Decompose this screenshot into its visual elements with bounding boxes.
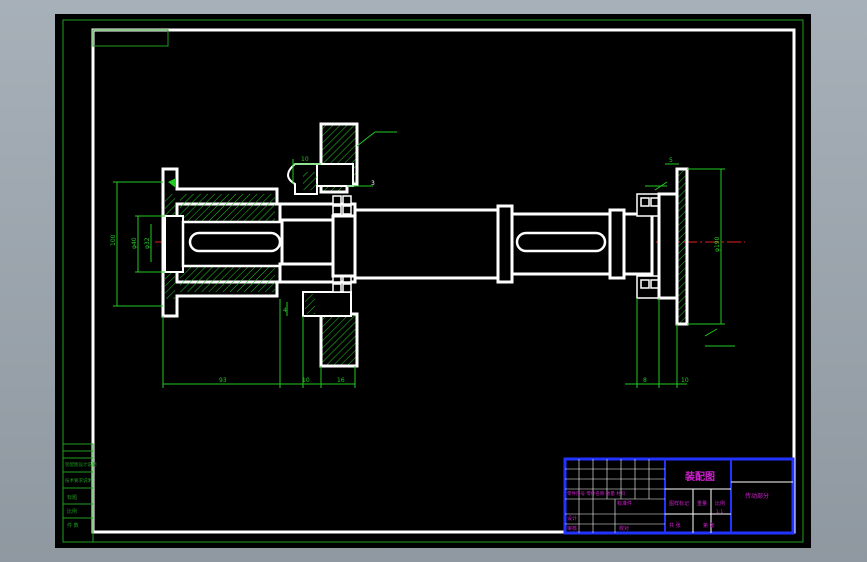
title-right-label: 传动部分 [745,492,769,500]
dim-small-right: 5 [669,157,673,164]
dim-callout-3: 3 [371,180,375,187]
dim-top-10: 10 [301,156,309,163]
weight-label: 重量 [697,500,707,507]
title-row1: 零件序号 零件名称 数量 材料 [567,490,626,497]
shoulder-ring [496,204,514,284]
right-end-cap [657,167,689,326]
ratio-value: 1:1 [716,509,723,515]
dim-bottom-right-8: 8 [643,377,647,384]
check-label: 校对 [619,525,629,532]
shaft-assembly[interactable] [155,122,745,368]
code-box [92,29,169,47]
dim-small-left: 4 [283,307,287,314]
right-keyway [515,231,607,253]
title-row2: 标准件 [617,500,632,507]
designer-label: 设计 [567,515,577,522]
scale-label: 图样标记 [669,500,689,507]
drawing-sheet[interactable]: 装配图设计说明 技术要求说明 标题 比例 件 数 100 φ40 φ32 10 … [55,14,811,548]
right-journal [622,212,654,276]
left-keyway [188,231,282,253]
main-shaft [353,208,502,280]
side-row-3: 装配图设计说明 [65,461,97,468]
dim-phi190: φ190 [714,236,721,252]
upper-gear [287,122,359,195]
right-collar [608,208,626,280]
dim-100: 100 [110,234,117,246]
side-row-7: 件 数 [67,522,79,529]
drawing-title: 装配图 [684,470,715,483]
side-row-6: 比例 [67,508,77,515]
sheet-count: 共 张 [669,522,681,529]
dim-bottom-16: 16 [337,377,345,384]
dim-bottom-right-10: 10 [681,377,689,384]
dim-bottom-10: 10 [302,377,310,384]
side-row-4: 技术要求说明 [65,477,92,484]
dim-bottom-93: 93 [219,377,227,384]
side-row-5: 标题 [67,494,77,501]
dim-phi32: φ32 [144,237,151,249]
lower-gear [302,291,359,368]
spacer [331,214,357,278]
checker-label: 审核 [567,525,577,532]
page-number: 第 张 [703,522,715,529]
cad-viewport[interactable]: 装配图设计说明 技术要求说明 标题 比例 件 数 100 φ40 φ32 10 … [0,0,867,562]
dim-phi40: φ40 [131,237,138,249]
drawing-canvas: 装配图设计说明 技术要求说明 标题 比例 件 数 100 φ40 φ32 10 … [62,19,804,543]
ratio-label: 比例 [715,500,725,507]
